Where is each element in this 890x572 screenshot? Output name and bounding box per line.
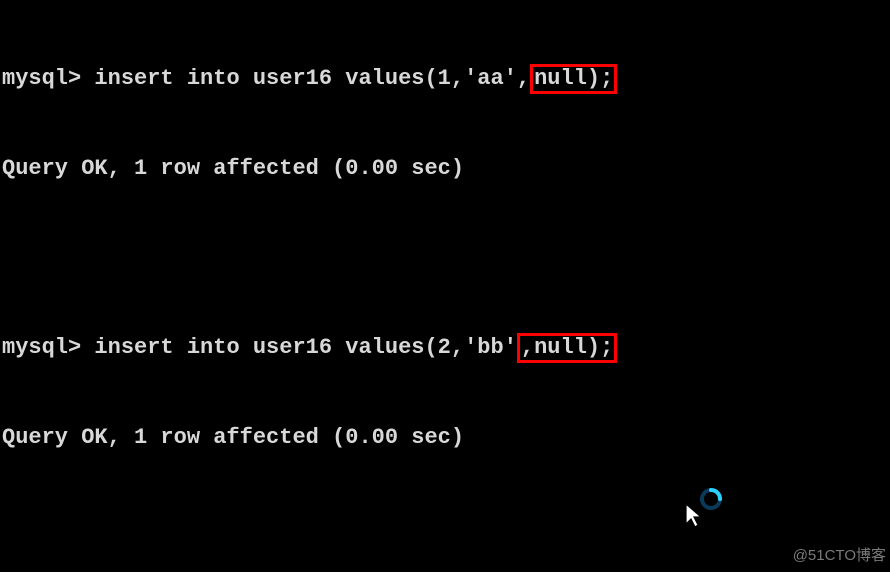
terminal-output[interactable]: mysql> insert into user16 values(1,'aa',… (2, 4, 890, 572)
blank-line (2, 243, 890, 273)
highlight-null-2: ,null); (517, 333, 617, 363)
watermark-text: @51CTO博客 (793, 546, 886, 566)
blank-line (2, 512, 890, 542)
query-ok-2: Query OK, 1 row affected (0.00 sec) (2, 423, 890, 453)
insert-line-1: mysql> insert into user16 values(1,'aa',… (2, 64, 890, 94)
mouse-cursor-area (684, 492, 724, 532)
query-ok-1: Query OK, 1 row affected (0.00 sec) (2, 154, 890, 184)
mysql-prompt: mysql> (2, 335, 81, 360)
mouse-pointer-icon (684, 502, 706, 530)
mysql-prompt: mysql> (2, 66, 81, 91)
insert-line-2: mysql> insert into user16 values(2,'bb',… (2, 333, 890, 363)
highlight-null-1: null); (530, 64, 617, 94)
